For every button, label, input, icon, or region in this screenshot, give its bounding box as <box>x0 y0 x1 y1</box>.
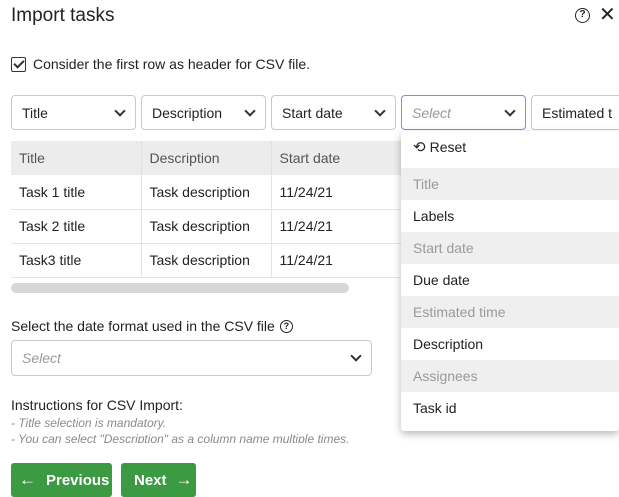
date-format-label-row: Select the date format used in the CSV f… <box>11 318 293 334</box>
undo-icon: ⟲ <box>413 139 426 156</box>
table-cell: Task3 title <box>11 243 142 278</box>
chevron-down-icon <box>350 350 362 362</box>
column-select-2-value: Description <box>152 105 223 121</box>
table-cell: Task 1 title <box>11 175 142 210</box>
dropdown-option[interactable]: Task id <box>401 392 619 424</box>
column-select-2[interactable]: Description <box>141 95 266 130</box>
chevron-down-icon <box>374 105 386 117</box>
horizontal-scrollbar[interactable] <box>11 283 349 293</box>
table-cell: Task description <box>141 175 272 210</box>
chevron-down-icon <box>114 105 126 117</box>
column-options-dropdown: ⟲ Reset Title Labels Start date Due date… <box>401 131 619 431</box>
table-header-cell: Title <box>11 141 142 175</box>
instructions-scroll-area[interactable]: - Title selection is mandatory. - You ca… <box>11 415 391 443</box>
reset-label: Reset <box>429 139 467 155</box>
table-cell: Task 2 title <box>11 209 142 244</box>
column-select-1-value: Title <box>22 105 48 121</box>
dropdown-option: Assignees <box>401 360 619 392</box>
previous-button-label: Previous <box>46 471 110 489</box>
table-header-cell: Description <box>141 141 272 175</box>
table-cell: 11/24/21 <box>271 209 401 244</box>
table-header-cell: Start date <box>271 141 401 175</box>
header-actions: ? ✕ <box>571 4 619 26</box>
next-button[interactable]: Next → <box>121 463 196 497</box>
dropdown-option: Start date <box>401 232 619 264</box>
date-format-label: Select the date format used in the CSV f… <box>11 318 275 334</box>
dropdown-option: Estimated time <box>401 296 619 328</box>
table-row: Task 1 title Task description 11/24/21 <box>11 175 401 210</box>
chevron-down-icon <box>504 105 516 117</box>
table-header-row: Title Description Start date <box>11 141 401 175</box>
column-select-3[interactable]: Start date <box>271 95 396 130</box>
dropdown-option: Title <box>401 168 619 200</box>
header-row-option[interactable]: Consider the first row as header for CSV… <box>11 55 310 73</box>
instruction-line: - You can select "Description" as a colu… <box>11 432 350 443</box>
column-mapping-row: Title Description Start date Select Esti… <box>11 95 619 131</box>
date-format-placeholder: Select <box>22 350 61 366</box>
previous-button[interactable]: ← Previous <box>11 463 112 497</box>
help-icon[interactable]: ? <box>279 319 293 333</box>
reset-option[interactable]: ⟲ Reset <box>401 131 619 163</box>
arrow-left-icon: ← <box>19 470 36 489</box>
csv-preview-table: Title Description Start date Task 1 titl… <box>11 141 401 281</box>
dropdown-option[interactable]: Due date <box>401 264 619 296</box>
column-select-5-value: Estimated t <box>542 105 613 121</box>
table-cell: Task description <box>141 243 272 278</box>
help-icon[interactable]: ? <box>575 8 590 23</box>
next-button-label: Next <box>134 471 167 489</box>
header-row-checkbox-label: Consider the first row as header for CSV… <box>33 56 311 72</box>
dropdown-option[interactable]: Labels <box>401 200 619 232</box>
close-icon[interactable]: ✕ <box>599 4 616 26</box>
table-cell: 11/24/21 <box>271 243 401 278</box>
date-format-select[interactable]: Select <box>11 340 372 376</box>
column-select-4[interactable]: Select <box>401 95 526 130</box>
table-row: Task 2 title Task description 11/24/21 <box>11 209 401 244</box>
column-select-5[interactable]: Estimated t <box>531 95 619 130</box>
dropdown-option[interactable]: Description <box>401 328 619 360</box>
instruction-line: - Title selection is mandatory. <box>11 416 167 430</box>
chevron-down-icon <box>244 105 256 117</box>
table-cell: Task description <box>141 209 272 244</box>
table-cell: 11/24/21 <box>271 175 401 210</box>
dialog-title: Import tasks <box>11 5 115 26</box>
column-select-1[interactable]: Title <box>11 95 136 130</box>
arrow-right-icon: → <box>175 470 193 489</box>
column-select-4-placeholder: Select <box>412 105 451 121</box>
instructions-title: Instructions for CSV Import: <box>11 397 183 413</box>
table-row: Task3 title Task description 11/24/21 <box>11 243 401 278</box>
header-row-checkbox[interactable] <box>11 56 26 72</box>
column-select-3-value: Start date <box>282 105 343 121</box>
